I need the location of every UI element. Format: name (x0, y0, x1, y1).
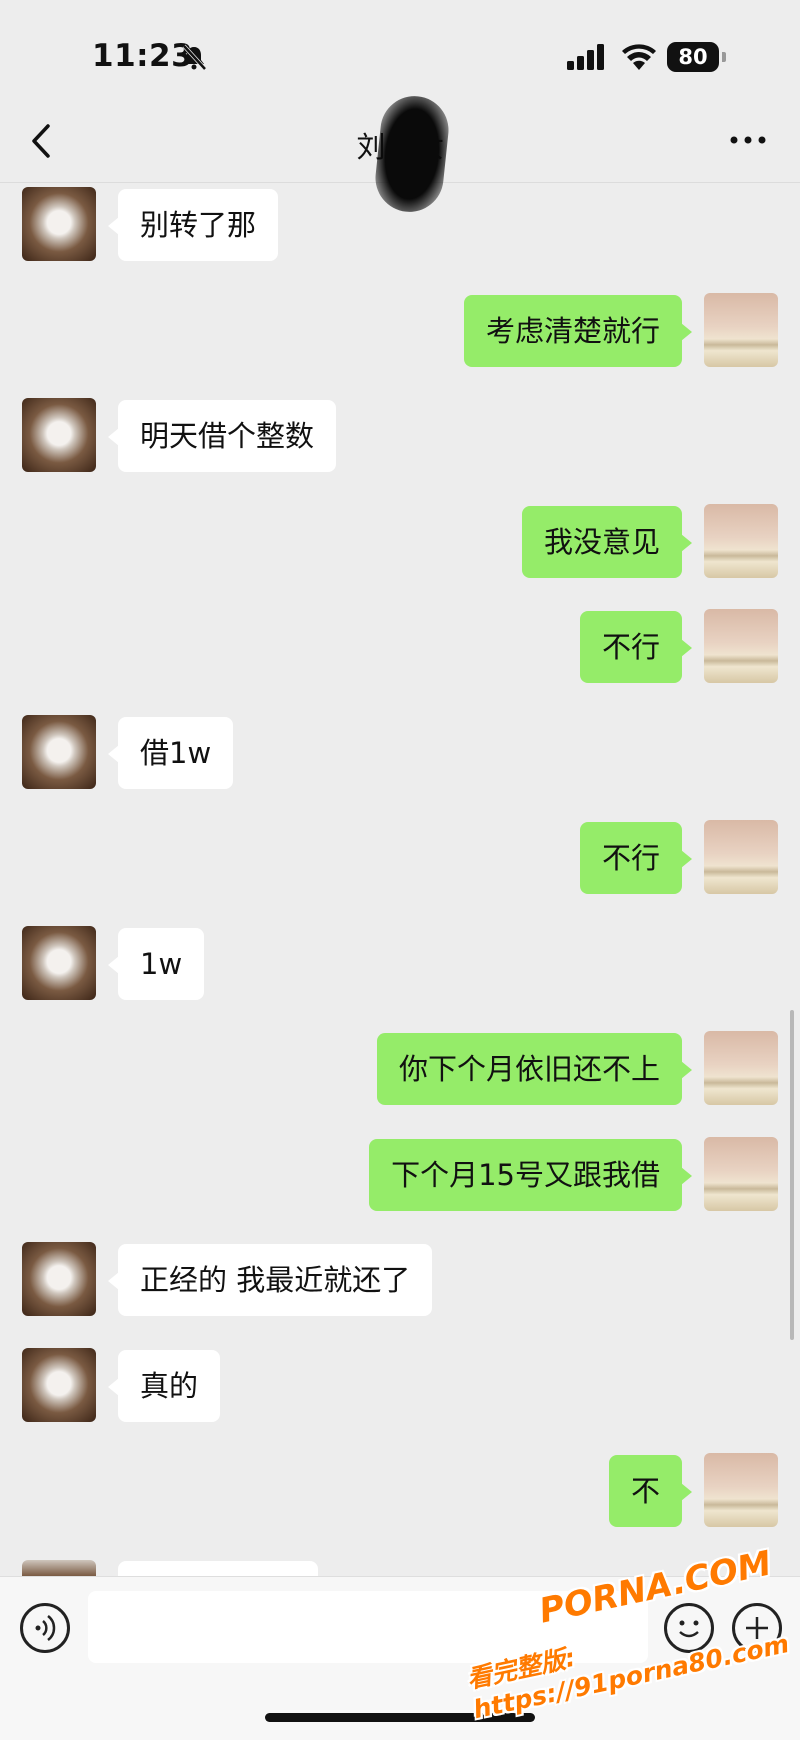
contact-avatar-partial (22, 1560, 96, 1576)
message-row: 我没意见 (0, 504, 800, 580)
message-row: 你下个月依旧还不上 (0, 1031, 800, 1107)
message-bubble[interactable]: 考虑清楚就行 (463, 295, 693, 367)
contact-avatar[interactable] (22, 1242, 96, 1316)
message-bubble[interactable]: 我没意见 (521, 506, 693, 578)
message-row: 不 (0, 1453, 800, 1529)
message-bubble[interactable]: 明天借个整数 (107, 400, 337, 472)
message-bubble[interactable]: 不 (608, 1455, 693, 1527)
self-avatar[interactable] (704, 820, 778, 894)
message-bubble-partial (118, 1561, 318, 1576)
contact-avatar[interactable] (22, 398, 96, 472)
message-row: 正经的 我最近就还了 (0, 1242, 800, 1318)
message-bubble[interactable]: 下个月15号又跟我借 (369, 1139, 692, 1211)
message-row: 明天借个整数 (0, 398, 800, 474)
battery-cap (722, 52, 726, 62)
wifi-icon (622, 44, 656, 70)
message-row: 真的 (0, 1348, 800, 1424)
message-bubble[interactable]: 别转了那 (107, 189, 279, 261)
message-row: 不行 (0, 820, 800, 896)
message-row: 1w (0, 926, 800, 1002)
ellipsis-icon[interactable] (728, 128, 768, 152)
self-avatar[interactable] (704, 609, 778, 683)
contact-avatar[interactable] (22, 926, 96, 1000)
scrollbar[interactable] (790, 1010, 794, 1340)
status-bar: 11:23 80 (0, 0, 800, 100)
message-bubble[interactable]: 真的 (107, 1350, 221, 1422)
voice-icon[interactable] (20, 1603, 70, 1653)
self-avatar[interactable] (704, 1453, 778, 1527)
message-bubble[interactable]: 1w (107, 928, 205, 1000)
message-bubble[interactable]: 借1w (107, 717, 234, 789)
message-bubble[interactable]: 不行 (579, 611, 693, 683)
battery-icon: 80 (667, 42, 727, 72)
message-row: 借1w (0, 715, 800, 791)
self-avatar[interactable] (704, 504, 778, 578)
message-row: 不行 (0, 609, 800, 685)
message-row: 别转了那 (0, 187, 800, 263)
contact-avatar[interactable] (22, 715, 96, 789)
message-bubble[interactable]: 不行 (579, 822, 693, 894)
message-bubble[interactable]: 你下个月依旧还不上 (376, 1033, 693, 1105)
message-bubble[interactable]: 正经的 我最近就还了 (107, 1244, 433, 1316)
cellular-signal-icon (567, 44, 604, 70)
self-avatar[interactable] (704, 293, 778, 367)
contact-avatar[interactable] (22, 187, 96, 261)
message-row: 下个月15号又跟我借 (0, 1137, 800, 1213)
self-avatar[interactable] (704, 1031, 778, 1105)
battery-level: 80 (667, 42, 719, 72)
status-time: 11:23 (92, 38, 194, 74)
contact-avatar[interactable] (22, 1348, 96, 1422)
bell-slash-icon (182, 44, 207, 70)
self-avatar[interactable] (704, 1137, 778, 1211)
message-row: 考虑清楚就行 (0, 293, 800, 369)
